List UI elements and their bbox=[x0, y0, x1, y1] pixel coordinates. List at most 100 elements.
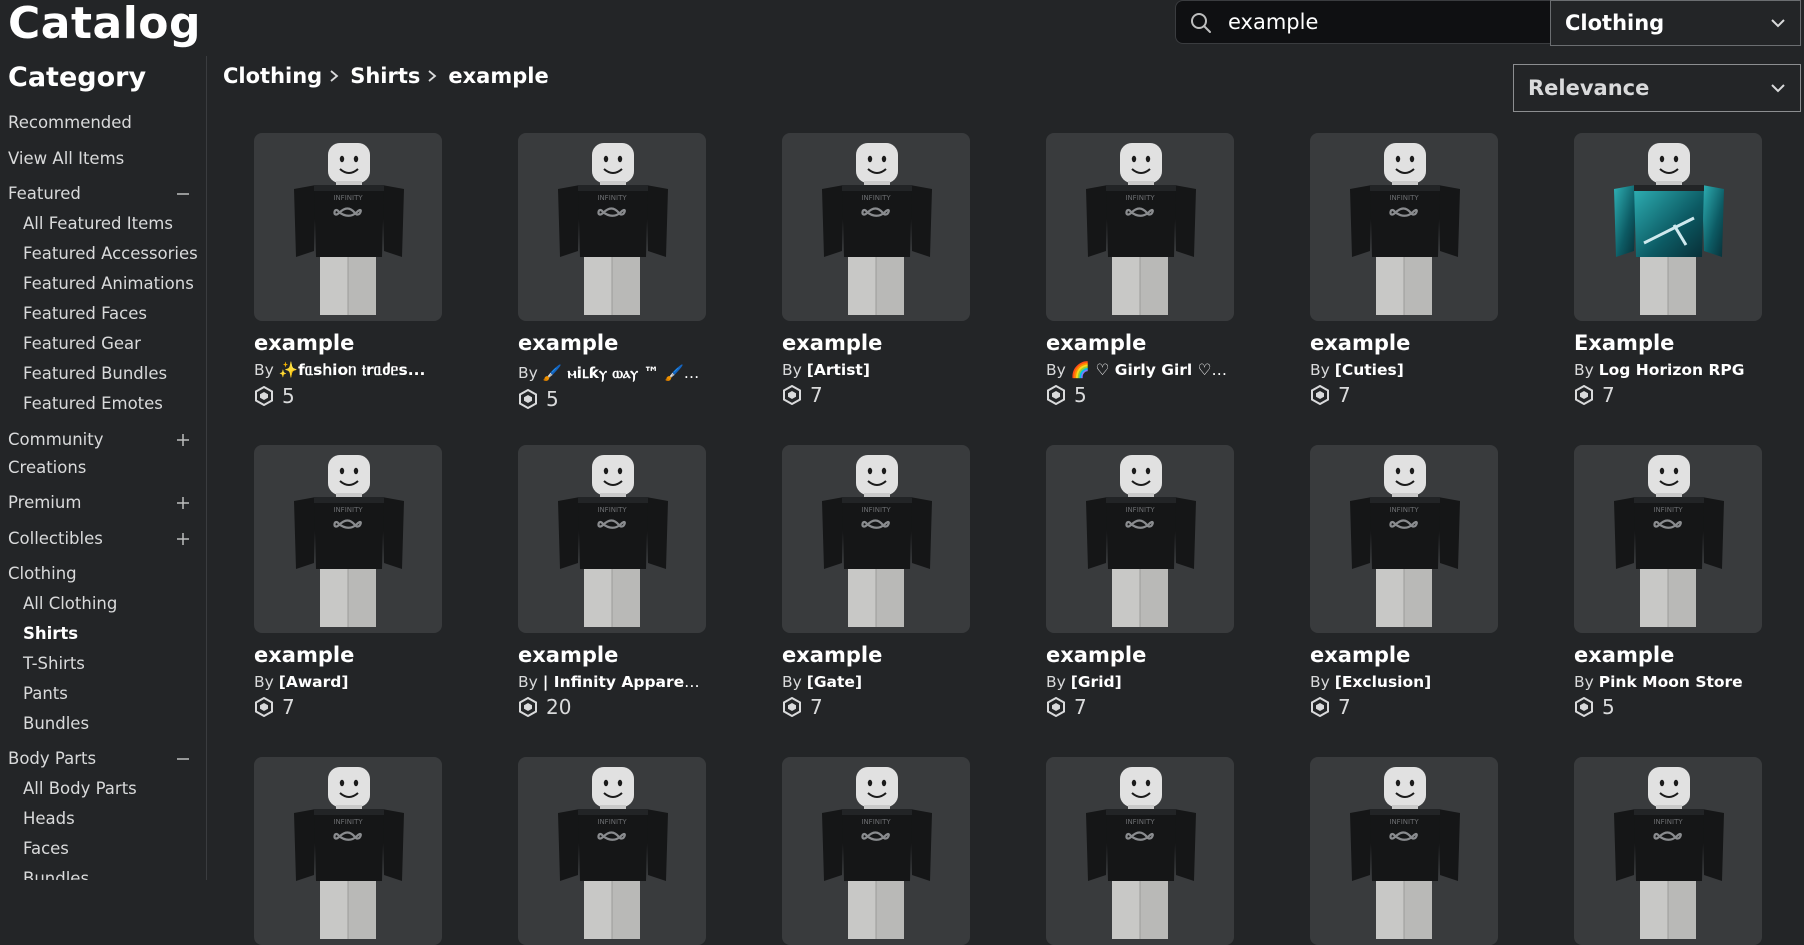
sidebar-item[interactable]: Featured Accessories bbox=[23, 244, 198, 263]
item-thumbnail[interactable]: INFINITY bbox=[1046, 445, 1234, 633]
item-thumbnail[interactable]: INFINITY bbox=[1310, 133, 1498, 321]
sidebar-item[interactable]: T-Shirts bbox=[23, 654, 85, 673]
item-thumbnail[interactable]: INFINITY bbox=[1310, 445, 1498, 633]
sidebar-item[interactable]: View All Items bbox=[8, 149, 124, 168]
creator-name[interactable]: [Gate] bbox=[807, 673, 862, 691]
item-thumbnail[interactable]: INFINITY bbox=[782, 133, 970, 321]
sidebar-item[interactable]: Featured Faces bbox=[23, 304, 147, 323]
breadcrumb-shirts[interactable]: Shirts bbox=[350, 64, 420, 88]
item-card[interactable]: INFINITY bbox=[518, 757, 728, 945]
item-name[interactable]: example bbox=[1310, 643, 1520, 667]
item-card[interactable]: INFINITY example By 🌈 ♡ Girly Girl ♡ 🌈 5 bbox=[1046, 133, 1256, 407]
item-name[interactable]: example bbox=[1046, 331, 1256, 355]
item-card[interactable]: INFINITY example By [Artist] 7 bbox=[782, 133, 992, 407]
item-card[interactable]: INFINITY example By ✨fᥲs𝗁іoᥒ 𝗍rᥲძᥱs... 5 bbox=[254, 133, 464, 408]
item-thumbnail[interactable]: INFINITY bbox=[518, 757, 706, 945]
sidebar-item[interactable]: Featured Gear bbox=[23, 334, 141, 353]
item-card[interactable]: INFINITY example By 🖌️ ⲙⅰⳑƙⲩ ⲱⲁⲩ ™ 🖌️ ... 5 bbox=[518, 133, 728, 411]
item-name[interactable]: example bbox=[782, 643, 992, 667]
item-name[interactable]: example bbox=[518, 331, 728, 355]
sidebar-item[interactable]: Clothing bbox=[8, 564, 77, 583]
item-card[interactable]: INFINITY example By [Exclusion] 7 bbox=[1310, 445, 1520, 719]
sidebar-item[interactable]: Featured Animations bbox=[23, 274, 194, 293]
item-card[interactable]: Example By Log Horizon RPG 7 bbox=[1574, 133, 1784, 407]
item-thumbnail[interactable]: INFINITY bbox=[254, 445, 442, 633]
sidebar-item[interactable]: Featured Emotes bbox=[23, 394, 163, 413]
item-name[interactable]: example bbox=[254, 643, 464, 667]
sidebar-item[interactable]: Bundles bbox=[23, 869, 89, 880]
item-card[interactable]: INFINITY bbox=[1310, 757, 1520, 945]
item-thumbnail[interactable]: INFINITY bbox=[1046, 133, 1234, 321]
sidebar-item[interactable]: Featured bbox=[8, 184, 81, 203]
item-thumbnail[interactable] bbox=[1574, 133, 1762, 321]
item-card[interactable]: INFINITY bbox=[254, 757, 464, 945]
creator-name[interactable]: [Artist] bbox=[807, 361, 870, 379]
item-thumbnail[interactable]: INFINITY bbox=[782, 757, 970, 945]
item-card[interactable]: INFINITY example By [Gate] 7 bbox=[782, 445, 992, 719]
creator-name[interactable]: [Grid] bbox=[1071, 673, 1122, 691]
item-card[interactable]: INFINITY example By [Grid] 7 bbox=[1046, 445, 1256, 719]
sidebar-item[interactable]: Pants bbox=[23, 684, 68, 703]
item-card[interactable]: INFINITY example By | Infinity Apparel |™ 2… bbox=[518, 445, 728, 719]
creator-name[interactable]: 🌈 ♡ Girly Girl ♡ 🌈 bbox=[1071, 361, 1232, 379]
item-thumbnail[interactable]: INFINITY bbox=[782, 445, 970, 633]
sidebar-item[interactable]: All Body Parts bbox=[23, 779, 137, 798]
creator-name[interactable]: Log Horizon RPG bbox=[1599, 361, 1745, 379]
creator-name[interactable]: Pink Moon Store bbox=[1599, 673, 1743, 691]
sort-dropdown[interactable]: Relevance bbox=[1513, 64, 1801, 112]
sidebar-item[interactable]: Heads bbox=[23, 809, 75, 828]
item-thumbnail[interactable]: INFINITY bbox=[518, 445, 706, 633]
sidebar-item[interactable]: Faces bbox=[23, 839, 69, 858]
item-thumbnail[interactable]: INFINITY bbox=[518, 133, 706, 321]
search-input[interactable] bbox=[1224, 1, 1542, 43]
expand-plus-icon[interactable] bbox=[176, 433, 190, 447]
sidebar-item[interactable]: Recommended bbox=[8, 113, 132, 132]
item-card[interactable]: INFINITY example By [Award] 7 bbox=[254, 445, 464, 719]
sidebar-item[interactable]: Creations bbox=[8, 458, 86, 477]
item-thumbnail[interactable]: INFINITY bbox=[254, 133, 442, 321]
item-name[interactable]: example bbox=[1046, 643, 1256, 667]
chevron-down-icon bbox=[1771, 19, 1785, 28]
sidebar-item[interactable]: All Featured Items bbox=[23, 214, 173, 233]
breadcrumb-clothing[interactable]: Clothing bbox=[223, 64, 322, 88]
item-card[interactable]: INFINITY example By [Cuties] 7 bbox=[1310, 133, 1520, 407]
sidebar-item[interactable]: Premium bbox=[8, 493, 81, 512]
item-name[interactable]: Example bbox=[1574, 331, 1784, 355]
search-icon[interactable] bbox=[1190, 12, 1212, 34]
collapse-minus-icon[interactable] bbox=[176, 752, 190, 766]
item-thumbnail[interactable]: INFINITY bbox=[1046, 757, 1234, 945]
item-thumbnail[interactable]: INFINITY bbox=[1574, 445, 1762, 633]
item-card[interactable]: INFINITY example By Pink Moon Store 5 bbox=[1574, 445, 1784, 719]
item-thumbnail[interactable]: INFINITY bbox=[254, 757, 442, 945]
sidebar-item[interactable]: All Clothing bbox=[23, 594, 117, 613]
sidebar-item[interactable]: Featured Bundles bbox=[23, 364, 167, 383]
collapse-minus-icon[interactable] bbox=[176, 187, 190, 201]
creator-name[interactable]: | Infinity Apparel |™ bbox=[543, 673, 704, 691]
creator-name[interactable]: 🖌️ ⲙⅰⳑƙⲩ ⲱⲁⲩ ™ 🖌️ ... bbox=[543, 364, 704, 382]
search-box[interactable] bbox=[1175, 0, 1551, 44]
item-price: 7 bbox=[1310, 695, 1520, 719]
item-name[interactable]: example bbox=[254, 331, 464, 355]
category-dropdown[interactable]: Clothing bbox=[1550, 0, 1801, 46]
item-name[interactable]: example bbox=[782, 331, 992, 355]
sidebar-item[interactable]: Shirts bbox=[23, 624, 78, 643]
expand-plus-icon[interactable] bbox=[176, 532, 190, 546]
sidebar-item[interactable]: Bundles bbox=[23, 714, 89, 733]
creator-name[interactable]: [Cuties] bbox=[1335, 361, 1404, 379]
item-name[interactable]: example bbox=[518, 643, 728, 667]
item-thumbnail[interactable]: INFINITY bbox=[1310, 757, 1498, 945]
item-card[interactable]: INFINITY bbox=[1574, 757, 1784, 945]
robux-icon bbox=[1575, 697, 1593, 717]
item-name[interactable]: example bbox=[1574, 643, 1784, 667]
sidebar-item[interactable]: Body Parts bbox=[8, 749, 96, 768]
creator-name[interactable]: [Exclusion] bbox=[1335, 673, 1432, 691]
sidebar-item[interactable]: Community bbox=[8, 430, 104, 449]
item-thumbnail[interactable]: INFINITY bbox=[1574, 757, 1762, 945]
sidebar-item[interactable]: Collectibles bbox=[8, 529, 103, 548]
item-name[interactable]: example bbox=[1310, 331, 1520, 355]
creator-name[interactable]: [Award] bbox=[279, 673, 349, 691]
item-card[interactable]: INFINITY bbox=[1046, 757, 1256, 945]
creator-name[interactable]: ✨fᥲs𝗁іoᥒ 𝗍rᥲძᥱs... bbox=[279, 361, 426, 379]
expand-plus-icon[interactable] bbox=[176, 496, 190, 510]
item-card[interactable]: INFINITY bbox=[782, 757, 992, 945]
